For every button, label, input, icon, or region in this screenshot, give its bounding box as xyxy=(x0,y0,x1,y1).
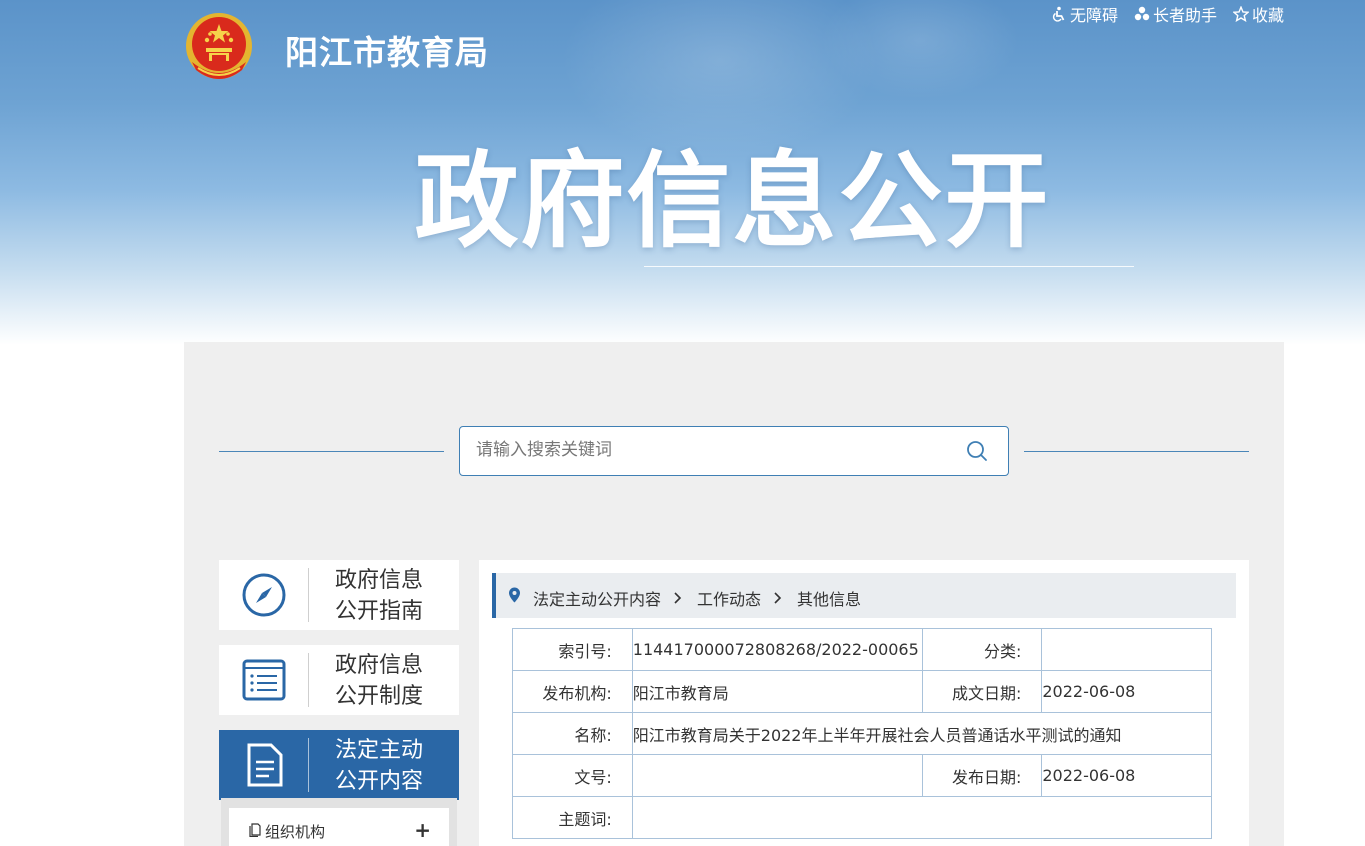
sidebar-label-line2: 公开制度 xyxy=(335,684,424,709)
sidebar-sub-item-organization[interactable]: 组织机构 + xyxy=(229,808,449,846)
sidebar-item-disclosure-guide[interactable]: 政府信息 公开指南 xyxy=(219,560,459,630)
sidebar-separator xyxy=(308,568,309,622)
site-title: 阳江市教育局 xyxy=(285,33,489,72)
header-banner: 阳江市教育局 无障碍 长者助手 收藏 政府信息公开 xyxy=(0,0,1365,345)
table-row: 名称: 阳江市教育局关于2022年上半年开展社会人员普通话水平测试的通知 xyxy=(512,712,1213,755)
elder-assist-label: 长者助手 xyxy=(1152,6,1217,25)
meta-label-index: 索引号: xyxy=(512,628,633,671)
meta-label-publish-date: 发布日期: xyxy=(921,754,1043,797)
meta-value-name: 阳江市教育局关于2022年上半年开展社会人员普通话水平测试的通知 xyxy=(631,712,1213,755)
sidebar-item-label: 政府信息 公开制度 xyxy=(335,650,447,712)
accessibility-link[interactable]: 无障碍 xyxy=(1051,2,1118,26)
table-row: 索引号: 114417000072808268/2022-00065 分类: xyxy=(512,628,1212,671)
star-icon xyxy=(1232,6,1249,22)
list-book-icon xyxy=(242,659,286,701)
breadcrumb-item[interactable]: 法定主动公开内容 xyxy=(533,586,661,610)
sidebar-label-line1: 政府信息 xyxy=(335,653,424,678)
accessibility-label: 无障碍 xyxy=(1069,6,1118,25)
sidebar-item-statutory-content[interactable]: 法定主动 公开内容 xyxy=(219,730,459,800)
meta-label-keywords: 主题词: xyxy=(512,796,633,839)
meta-label-name: 名称: xyxy=(512,712,633,755)
sidebar-label-line2: 公开指南 xyxy=(335,599,424,624)
compass-icon xyxy=(242,573,286,617)
meta-label-doc-number: 文号: xyxy=(512,754,633,797)
search-input[interactable] xyxy=(460,427,946,473)
chevron-right-icon xyxy=(774,592,782,604)
elder-assist-icon xyxy=(1134,6,1150,21)
search-decor-line-left xyxy=(219,451,444,452)
meta-value-index: 114417000072808268/2022-00065 xyxy=(631,628,923,671)
search-box xyxy=(459,426,1009,476)
national-emblem-icon xyxy=(186,13,252,79)
sidebar-item-label: 法定主动 公开内容 xyxy=(335,735,447,797)
sidebar-label-line1: 法定主动 xyxy=(335,738,424,763)
search-icon[interactable] xyxy=(966,440,988,462)
sidebar-separator xyxy=(308,738,309,792)
sub-item-label: 组织机构 xyxy=(265,823,326,841)
hero-title: 政府信息公开 xyxy=(414,140,1051,262)
page-icon xyxy=(249,823,261,837)
breadcrumb: 法定主动公开内容 工作动态 其他信息 xyxy=(492,573,1236,618)
meta-value-publish-date: 2022-06-08 xyxy=(1041,754,1212,797)
search-decor-line-right xyxy=(1024,451,1249,452)
document-meta-table: 索引号: 114417000072808268/2022-00065 分类: 发… xyxy=(512,628,1213,839)
accessibility-icon xyxy=(1052,6,1065,22)
meta-value-category xyxy=(1041,628,1212,671)
breadcrumb-item[interactable]: 工作动态 xyxy=(697,586,761,610)
favorite-label: 收藏 xyxy=(1251,6,1284,25)
hero-divider xyxy=(644,266,1134,267)
table-row: 发布机构: 阳江市教育局 成文日期: 2022-06-08 xyxy=(512,670,1212,713)
chevron-right-icon xyxy=(674,592,682,604)
elder-assist-link[interactable]: 长者助手 xyxy=(1134,2,1217,26)
meta-value-keywords xyxy=(631,796,1213,839)
sidebar-label-line2: 公开内容 xyxy=(335,769,424,794)
sidebar-sub-list: 组织机构 + xyxy=(221,798,457,846)
expand-plus-icon[interactable]: + xyxy=(414,818,431,842)
favorite-link[interactable]: 收藏 xyxy=(1232,2,1284,26)
top-links: 无障碍 长者助手 收藏 xyxy=(1051,2,1284,26)
meta-label-category: 分类: xyxy=(921,628,1043,671)
location-pin-icon xyxy=(509,587,520,603)
sidebar-item-disclosure-system[interactable]: 政府信息 公开制度 xyxy=(219,645,459,715)
sidebar-label-line1: 政府信息 xyxy=(335,568,424,593)
main-panel: 政府信息 公开指南 政府信息 公开制度 法定主动 xyxy=(184,342,1284,846)
meta-value-doc-number xyxy=(631,754,923,797)
table-row: 主题词: xyxy=(512,796,1213,839)
document-icon xyxy=(247,743,283,787)
meta-label-publisher: 发布机构: xyxy=(512,670,633,713)
table-row: 文号: 发布日期: 2022-06-08 xyxy=(512,754,1212,797)
meta-label-created-date: 成文日期: xyxy=(921,670,1043,713)
content-area: 法定主动公开内容 工作动态 其他信息 索引号: 1144170000728082… xyxy=(479,560,1249,846)
meta-value-created-date: 2022-06-08 xyxy=(1041,670,1212,713)
sidebar-item-label: 政府信息 公开指南 xyxy=(335,565,447,627)
breadcrumb-item[interactable]: 其他信息 xyxy=(797,586,861,610)
meta-value-publisher: 阳江市教育局 xyxy=(631,670,923,713)
sidebar-separator xyxy=(308,653,309,707)
